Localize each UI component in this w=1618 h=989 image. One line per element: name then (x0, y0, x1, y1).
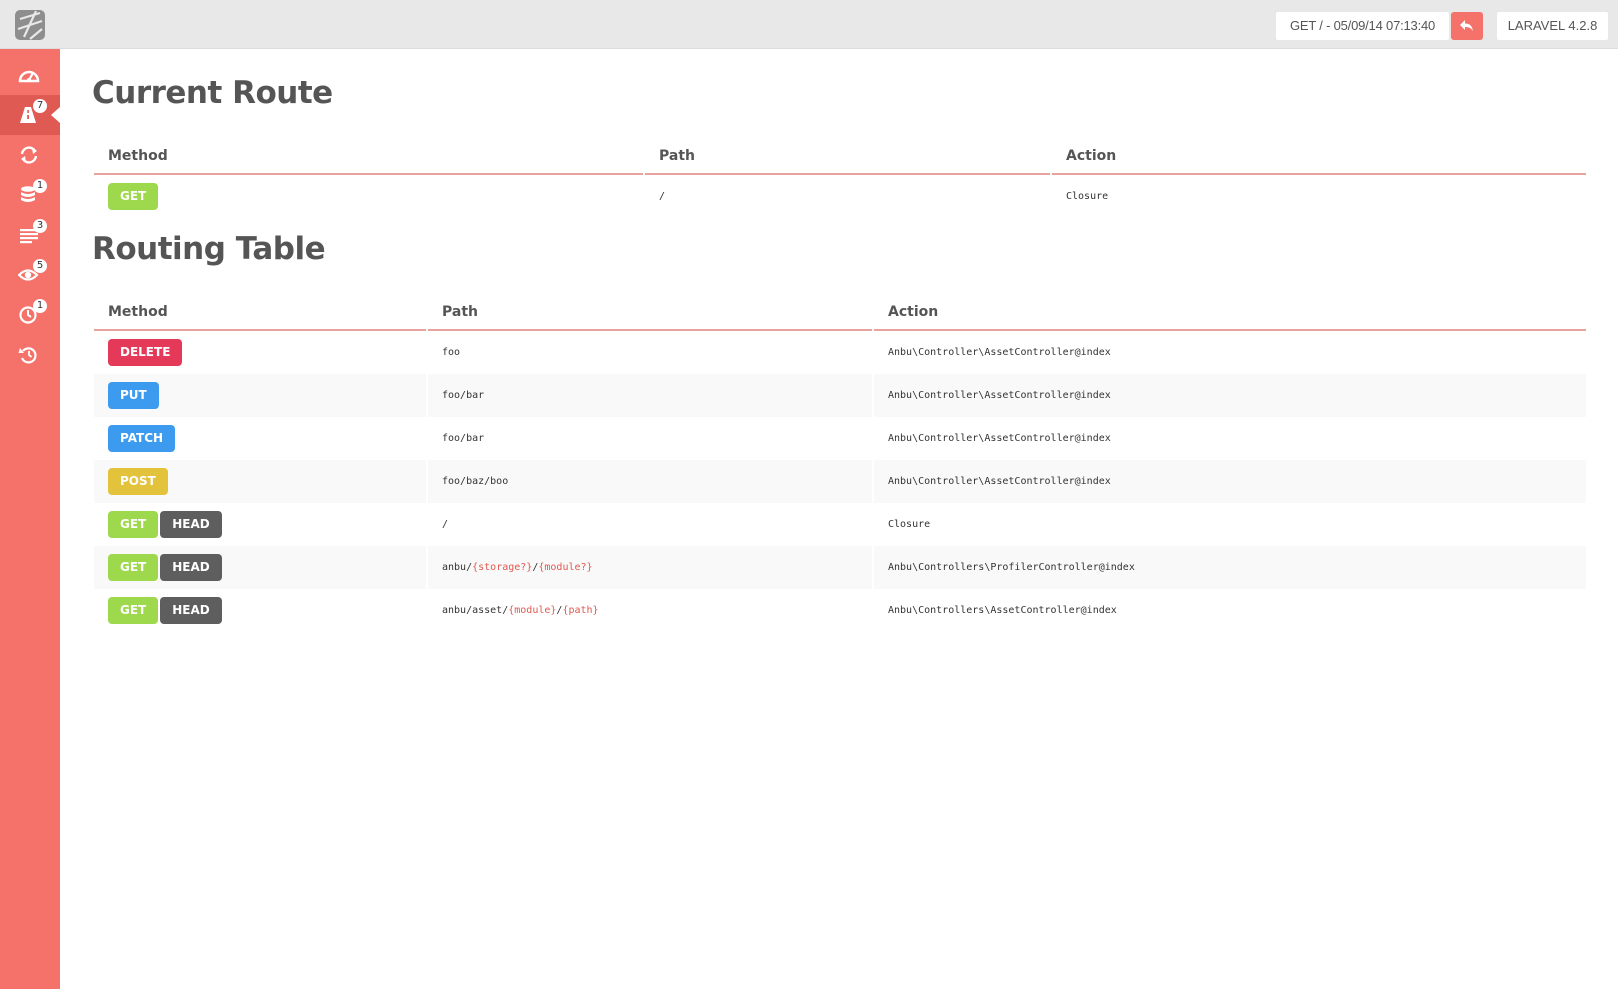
route-path: foo/baz/boo (428, 460, 872, 503)
routing-table-title: Routing Table (92, 231, 326, 267)
queries-count-badge: 1 (33, 179, 47, 193)
method-badge: POST (108, 468, 168, 495)
method-badge: HEAD (160, 511, 222, 538)
sidebar-item-logs[interactable]: 3 (0, 215, 60, 255)
refresh-icon (20, 146, 38, 164)
table-row: GET HEAD anbu/{storage?}/{module?} Anbu\Con… (94, 546, 1586, 589)
logs-count-badge: 3 (33, 219, 47, 233)
method-badge: HEAD (160, 597, 222, 624)
back-button[interactable] (1451, 12, 1483, 40)
path-segment: anbu/asset/ (442, 605, 509, 616)
current-route-table: Method Path Action GET / Closure (92, 139, 1588, 218)
sidebar-item-timers[interactable]: 1 (0, 295, 60, 335)
path-segment: foo (442, 347, 461, 358)
route-methods: GET (94, 175, 643, 218)
path-segment: foo/baz/boo (442, 476, 509, 487)
route-methods: GET HEAD (94, 546, 426, 589)
history-icon (18, 347, 37, 364)
path-segment: anbu/ (442, 562, 473, 573)
route-action: Closure (888, 519, 931, 530)
path-parameter: {module} (508, 605, 557, 616)
path-parameter: {path} (562, 605, 599, 616)
table-row: GET HEAD / Closure (94, 503, 1586, 546)
route-action: Anbu\Controller\AssetController@index (874, 374, 1586, 417)
routing-table: Method Path Action DELETE foo Anbu\Control… (92, 295, 1588, 632)
active-indicator (51, 107, 60, 123)
sidebar-item-dashboard[interactable] (0, 55, 60, 95)
route-methods: POST (94, 460, 426, 503)
route-methods: GET HEAD (94, 503, 426, 546)
table-row: GET HEAD anbu/asset/{module}/{path} Anbu\Co… (94, 589, 1586, 632)
column-header-method: Method (94, 139, 643, 175)
table-row: GET / Closure (94, 175, 1586, 218)
version-badge: LARAVEL 4.2.8 (1497, 12, 1608, 40)
sidebar-item-routes[interactable]: 7 (0, 95, 60, 135)
route-path: foo/bar (428, 417, 872, 460)
route-methods: DELETE (94, 331, 426, 374)
table-row: POST foo/baz/boo Anbu\Controller\AssetCont… (94, 460, 1586, 503)
route-action: Anbu\Controllers\ProfilerController@inde… (874, 546, 1586, 589)
routing-table-body: DELETE foo Anbu\Controller\AssetController… (94, 331, 1586, 632)
column-header-path: Path (645, 139, 1050, 175)
sidebar-item-views[interactable]: 5 (0, 255, 60, 295)
path-parameter: {module?} (538, 562, 593, 573)
method-badge: PATCH (108, 425, 176, 452)
method-badge: GET (108, 511, 159, 538)
table-row: DELETE foo Anbu\Controller\AssetController… (94, 331, 1586, 374)
method-badge: PUT (108, 382, 159, 409)
route-path: / (428, 503, 872, 546)
route-methods: PATCH (94, 417, 426, 460)
route-methods: PUT (94, 374, 426, 417)
route-path: anbu/{storage?}/{module?} (428, 546, 872, 589)
top-bar: GET / - 05/09/14 07:13:40 LARAVEL 4.2.8 (0, 0, 1618, 49)
column-header-action: Action (874, 295, 1586, 331)
logo-icon (15, 10, 45, 40)
route-action: Anbu\Controllers\AssetController@index (888, 605, 1117, 616)
method-badge: GET (108, 183, 159, 210)
request-info: GET / - 05/09/14 07:13:40 (1276, 12, 1449, 40)
path-segment: foo/bar (442, 390, 485, 401)
dashboard-icon (18, 70, 40, 83)
method-badge: GET (108, 597, 159, 624)
table-row: PUT foo/bar Anbu\Controller\AssetControlle… (94, 374, 1586, 417)
method-badge: GET (108, 554, 159, 581)
reply-icon (1460, 20, 1473, 31)
path-segment: foo/bar (442, 433, 485, 444)
path-segment: / (442, 519, 449, 530)
route-path: / (659, 191, 666, 202)
table-row: PATCH foo/bar Anbu\Controller\AssetControl… (94, 417, 1586, 460)
views-count-badge: 5 (33, 259, 47, 273)
sidebar-item-database[interactable]: 1 (0, 175, 60, 215)
column-header-path: Path (428, 295, 872, 331)
method-badge: DELETE (108, 339, 183, 366)
route-path: anbu/asset/{module}/{path} (428, 589, 872, 632)
route-action: Anbu\Controller\AssetController@index (888, 347, 1111, 358)
sidebar: 7 1 3 5 1 (0, 49, 60, 989)
route-path: foo/bar (428, 374, 872, 417)
route-action: Anbu\Controller\AssetController@index (874, 460, 1586, 503)
sidebar-item-events[interactable] (0, 135, 60, 175)
sidebar-item-history[interactable] (0, 335, 60, 375)
method-badge: HEAD (160, 554, 222, 581)
route-action: Anbu\Controller\AssetController@index (888, 433, 1111, 444)
column-header-action: Action (1052, 139, 1586, 175)
route-path: foo (428, 331, 872, 374)
path-parameter: {storage?} (472, 562, 533, 573)
route-methods: GET HEAD (94, 589, 426, 632)
timers-count-badge: 1 (33, 299, 47, 313)
current-route-title: Current Route (92, 75, 333, 111)
route-action: Closure (1066, 191, 1109, 202)
column-header-method: Method (94, 295, 426, 331)
routes-count-badge: 7 (33, 99, 47, 113)
